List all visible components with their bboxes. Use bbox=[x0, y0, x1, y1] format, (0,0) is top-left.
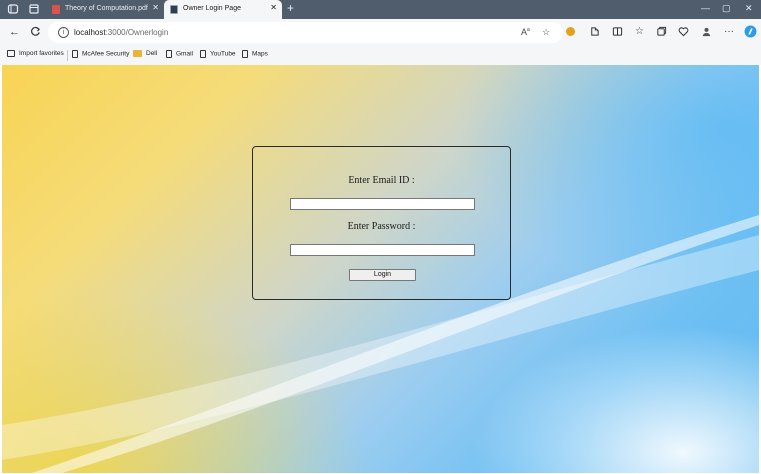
favorite-youtube[interactable]: YouTube bbox=[200, 50, 236, 58]
favorite-label: McAfee Security bbox=[82, 50, 130, 58]
owner-login-form: Enter Email ID : Enter Password : Login bbox=[252, 146, 511, 300]
minimize-button[interactable]: — bbox=[701, 3, 710, 13]
tab-pdf[interactable]: Theory of Computation.pdf ✕ bbox=[46, 0, 164, 19]
extensions-icon[interactable] bbox=[589, 26, 600, 37]
favorite-label: Import favorites bbox=[19, 50, 64, 58]
browser-essentials-icon[interactable] bbox=[678, 26, 689, 37]
tab-strip: Theory of Computation.pdf ✕ Owner Login … bbox=[0, 0, 761, 19]
login-button[interactable]: Login bbox=[349, 269, 416, 281]
page-icon bbox=[170, 5, 178, 14]
split-screen-icon[interactable] bbox=[612, 26, 623, 37]
favorite-import[interactable]: Import favorites bbox=[7, 50, 64, 57]
pdf-icon bbox=[52, 5, 60, 14]
password-input[interactable] bbox=[290, 244, 475, 256]
copilot-icon[interactable] bbox=[744, 25, 757, 38]
refresh-icon[interactable] bbox=[30, 26, 41, 37]
close-tab-icon[interactable]: ✕ bbox=[270, 4, 277, 12]
favorites-icon[interactable]: ☆ bbox=[635, 26, 644, 38]
close-window-button[interactable]: ✕ bbox=[745, 3, 753, 13]
favorite-gmail[interactable]: Gmail bbox=[166, 50, 193, 58]
profile-icon[interactable] bbox=[701, 26, 712, 37]
url-host: localhost bbox=[74, 28, 106, 37]
folder-icon bbox=[133, 50, 142, 57]
favorite-label: Maps bbox=[252, 50, 268, 58]
import-icon bbox=[7, 50, 15, 57]
page-icon bbox=[242, 50, 248, 58]
password-label: Enter Password : bbox=[347, 221, 416, 232]
workspaces-icon[interactable] bbox=[7, 3, 19, 15]
tab-title: Owner Login Page bbox=[183, 5, 241, 12]
maximize-button[interactable]: ▢ bbox=[722, 3, 731, 13]
page-viewport: Enter Email ID : Enter Password : Login bbox=[2, 65, 759, 473]
extension-icon[interactable] bbox=[566, 27, 575, 36]
tab-title: Theory of Computation.pdf bbox=[65, 5, 148, 12]
tab-owner-login[interactable]: Owner Login Page ✕ bbox=[164, 0, 282, 19]
favorite-label: YouTube bbox=[210, 50, 236, 58]
page-icon bbox=[200, 50, 206, 58]
favorite-maps[interactable]: Maps bbox=[242, 50, 268, 58]
favorites-divider bbox=[67, 50, 68, 61]
url-path: :3000/Ownerlogin bbox=[105, 28, 169, 37]
close-tab-icon[interactable]: ✕ bbox=[152, 4, 159, 12]
email-label: Enter Email ID : bbox=[348, 175, 415, 186]
new-tab-button[interactable]: + bbox=[287, 2, 294, 15]
favorite-dell[interactable]: Dell bbox=[133, 50, 157, 57]
favorite-mcafee[interactable]: McAfee Security bbox=[72, 50, 129, 58]
favorites-bar: Import favorites McAfee Security Dell Gm… bbox=[0, 46, 761, 65]
favorite-label: Gmail bbox=[176, 50, 193, 58]
favorite-star-icon[interactable]: ☆ bbox=[542, 27, 550, 38]
page-icon bbox=[166, 50, 172, 58]
favorite-label: Dell bbox=[146, 50, 158, 58]
more-options-icon[interactable]: ··· bbox=[724, 26, 734, 38]
url-text[interactable]: localhost:3000/Ownerlogin bbox=[74, 28, 168, 37]
read-aloud-icon[interactable]: Aa bbox=[521, 27, 530, 37]
browser-toolbar: ← i localhost:3000/Ownerlogin Aa ☆ ☆ ··· bbox=[0, 19, 761, 46]
tab-actions-icon[interactable] bbox=[28, 3, 40, 15]
email-input[interactable] bbox=[290, 198, 475, 210]
collections-icon[interactable] bbox=[656, 26, 667, 37]
address-bar[interactable]: i localhost:3000/Ownerlogin Aa ☆ bbox=[48, 22, 563, 43]
site-info-icon[interactable]: i bbox=[58, 27, 69, 38]
back-button[interactable]: ← bbox=[9, 26, 20, 38]
page-icon bbox=[72, 50, 78, 58]
